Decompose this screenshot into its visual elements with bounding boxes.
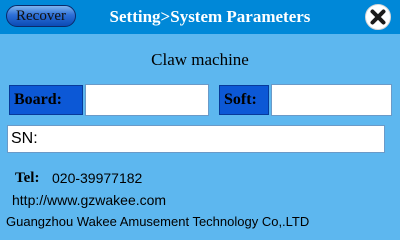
website-url: http://www.gzwakee.com <box>12 192 167 208</box>
soft-field[interactable] <box>271 84 392 116</box>
recover-button[interactable]: Recover <box>6 5 76 27</box>
tel-number: 020-39977182 <box>52 170 143 186</box>
close-icon[interactable] <box>364 3 392 31</box>
sn-field: SN: <box>7 125 385 153</box>
tel-label: Tel: <box>15 170 40 186</box>
board-field[interactable] <box>85 84 209 116</box>
system-parameters-screen: Recover Setting>System Parameters Claw m… <box>0 0 400 240</box>
board-label: Board: <box>9 85 83 115</box>
section-title: Claw machine <box>151 50 249 69</box>
header-bar: Recover Setting>System Parameters <box>0 0 400 34</box>
soft-label: Soft: <box>219 85 269 115</box>
page-title: Setting>System Parameters <box>109 7 311 26</box>
company-name: Guangzhou Wakee Amusement Technology Co,… <box>6 214 310 229</box>
sn-label: SN: <box>11 130 38 147</box>
